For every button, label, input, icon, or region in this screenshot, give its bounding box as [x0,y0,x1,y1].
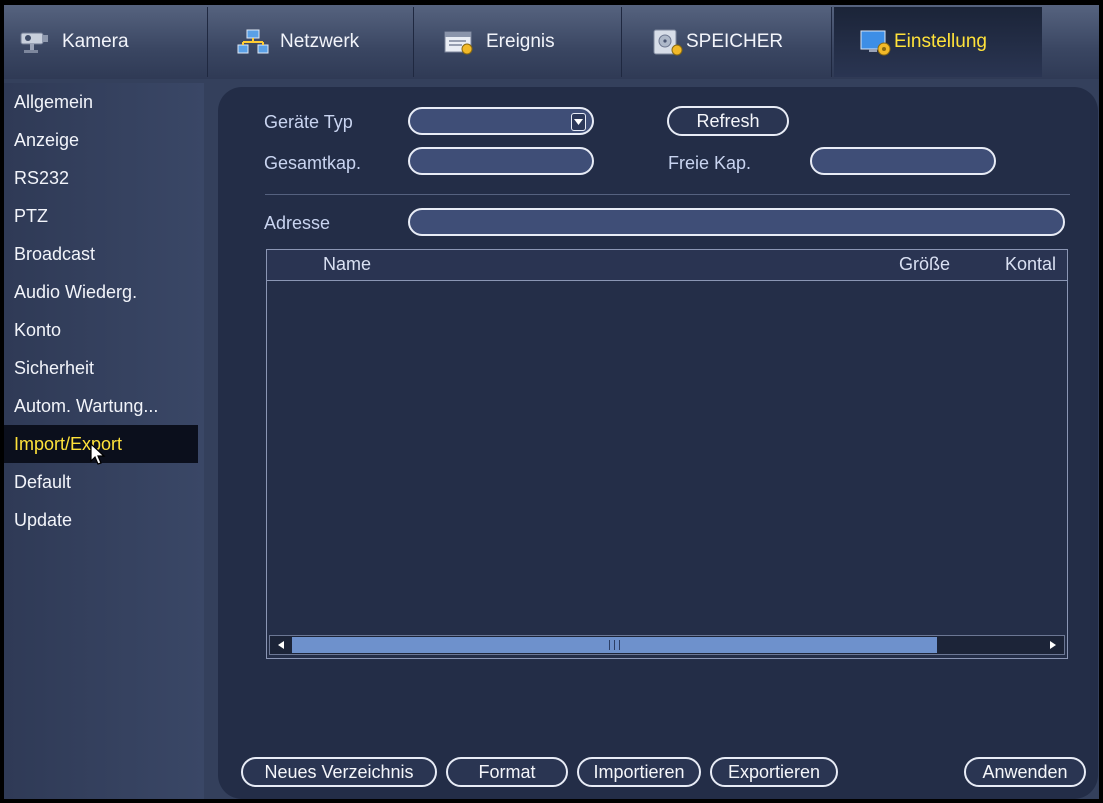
tab-ereignis[interactable]: Ereignis [414,7,622,77]
chevron-down-icon[interactable] [571,113,586,131]
sidebar-item-konto[interactable]: Konto [4,311,198,349]
column-header-size[interactable]: Größe [899,254,950,275]
tab-label: Ereignis [486,31,555,52]
free-capacity-label: Freie Kap. [668,153,752,173]
sidebar-item-update[interactable]: Update [4,501,198,539]
tab-label: Einstellung [894,31,987,52]
tab-netzwerk[interactable]: Netzwerk [208,7,414,77]
tab-einstellung[interactable]: Einstellung [834,7,1042,77]
mouse-pointer-icon [90,442,106,472]
settings-icon [858,27,892,57]
main-tab-bar: Kamera Netzwerk Ereignis SPEICHER Einste… [4,5,1099,79]
total-capacity-label: Gesamtkap. [264,153,362,173]
horizontal-scrollbar[interactable] [269,635,1065,655]
tab-label: Netzwerk [280,31,360,52]
sidebar-item-ptz[interactable]: PTZ [4,197,198,235]
new-folder-button[interactable]: Neues Verzeichnis [241,757,437,787]
camera-icon [18,27,52,57]
total-capacity-field [408,147,594,175]
tab-speicher[interactable]: SPEICHER [622,7,832,77]
sidebar-item-allgemein[interactable]: Allgemein [4,83,198,121]
sidebar-item-broadcast[interactable]: Broadcast [4,235,198,273]
tab-label: SPEICHER [686,31,784,52]
sidebar-item-anzeige[interactable]: Anzeige [4,121,198,159]
file-list[interactable]: Name Größe Kontal [266,249,1068,659]
scrollbar-thumb[interactable] [292,637,937,653]
device-type-label: Geräte Typ [264,112,353,132]
section-divider [265,194,1070,195]
event-icon [442,27,476,57]
storage-icon [650,27,684,57]
free-capacity-field [810,147,996,175]
column-header-name[interactable]: Name [323,254,371,275]
address-label: Adresse [264,213,331,233]
settings-sidebar: Allgemein Anzeige RS232 PTZ Broadcast Au… [4,83,204,799]
export-button[interactable]: Exportieren [710,757,838,787]
tab-label: Kamera [62,31,129,52]
column-header-contact[interactable]: Kontal [1005,254,1056,275]
network-icon [236,27,270,57]
device-type-select[interactable] [408,107,594,135]
refresh-button[interactable]: Refresh [667,106,789,136]
apply-button[interactable]: Anwenden [964,757,1086,787]
scroll-right-icon[interactable] [1045,637,1061,653]
sidebar-item-audio-wiederg[interactable]: Audio Wiederg. [4,273,198,311]
sidebar-item-sicherheit[interactable]: Sicherheit [4,349,198,387]
sidebar-item-autom-wartung[interactable]: Autom. Wartung... [4,387,198,425]
format-button[interactable]: Format [446,757,568,787]
address-field[interactable] [408,208,1065,236]
scroll-left-icon[interactable] [273,637,289,653]
import-button[interactable]: Importieren [577,757,701,787]
tab-kamera[interactable]: Kamera [4,7,208,77]
app-window: Kamera Netzwerk Ereignis SPEICHER Einste… [4,5,1099,799]
file-list-header: Name Größe Kontal [267,250,1067,281]
sidebar-item-rs232[interactable]: RS232 [4,159,198,197]
